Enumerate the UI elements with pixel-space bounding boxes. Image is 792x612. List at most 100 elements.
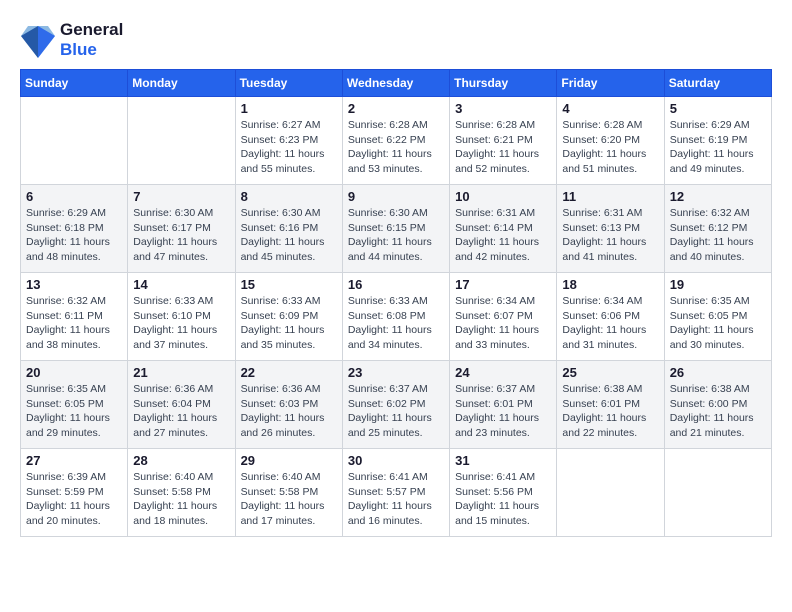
day-number: 23 — [348, 365, 444, 380]
calendar-cell: 21 Sunrise: 6:36 AM Sunset: 6:04 PM Dayli… — [128, 361, 235, 449]
day-info: Sunrise: 6:33 AM Sunset: 6:10 PM Dayligh… — [133, 294, 229, 353]
calendar-cell: 24 Sunrise: 6:37 AM Sunset: 6:01 PM Dayli… — [450, 361, 557, 449]
calendar-cell: 12 Sunrise: 6:32 AM Sunset: 6:12 PM Dayli… — [664, 185, 771, 273]
day-number: 30 — [348, 453, 444, 468]
calendar-cell: 16 Sunrise: 6:33 AM Sunset: 6:08 PM Dayli… — [342, 273, 449, 361]
calendar-cell: 14 Sunrise: 6:33 AM Sunset: 6:10 PM Dayli… — [128, 273, 235, 361]
calendar-table: SundayMondayTuesdayWednesdayThursdayFrid… — [20, 69, 772, 537]
calendar-cell: 5 Sunrise: 6:29 AM Sunset: 6:19 PM Daylig… — [664, 97, 771, 185]
day-info: Sunrise: 6:27 AM Sunset: 6:23 PM Dayligh… — [241, 118, 337, 177]
calendar-cell: 17 Sunrise: 6:34 AM Sunset: 6:07 PM Dayli… — [450, 273, 557, 361]
logo-svg — [20, 22, 56, 58]
day-info: Sunrise: 6:32 AM Sunset: 6:12 PM Dayligh… — [670, 206, 766, 265]
day-info: Sunrise: 6:34 AM Sunset: 6:07 PM Dayligh… — [455, 294, 551, 353]
day-info: Sunrise: 6:31 AM Sunset: 6:13 PM Dayligh… — [562, 206, 658, 265]
page-header: GeneralBlue — [20, 20, 772, 59]
weekday-header: Thursday — [450, 70, 557, 97]
day-number: 11 — [562, 189, 658, 204]
day-info: Sunrise: 6:28 AM Sunset: 6:20 PM Dayligh… — [562, 118, 658, 177]
weekday-header: Saturday — [664, 70, 771, 97]
day-number: 4 — [562, 101, 658, 116]
day-info: Sunrise: 6:33 AM Sunset: 6:09 PM Dayligh… — [241, 294, 337, 353]
calendar-cell — [21, 97, 128, 185]
day-number: 21 — [133, 365, 229, 380]
calendar-cell: 10 Sunrise: 6:31 AM Sunset: 6:14 PM Dayli… — [450, 185, 557, 273]
calendar-cell: 19 Sunrise: 6:35 AM Sunset: 6:05 PM Dayli… — [664, 273, 771, 361]
day-number: 24 — [455, 365, 551, 380]
calendar-week-row: 6Sunrise: 6:29 AM Sunset: 6:18 PM Daylig… — [21, 185, 772, 273]
day-info: Sunrise: 6:31 AM Sunset: 6:14 PM Dayligh… — [455, 206, 551, 265]
day-number: 10 — [455, 189, 551, 204]
day-info: Sunrise: 6:28 AM Sunset: 6:22 PM Dayligh… — [348, 118, 444, 177]
day-number: 7 — [133, 189, 229, 204]
day-number: 16 — [348, 277, 444, 292]
calendar-cell: 1 Sunrise: 6:27 AM Sunset: 6:23 PM Daylig… — [235, 97, 342, 185]
day-info: Sunrise: 6:40 AM Sunset: 5:58 PM Dayligh… — [133, 470, 229, 529]
calendar-cell: 4 Sunrise: 6:28 AM Sunset: 6:20 PM Daylig… — [557, 97, 664, 185]
calendar-cell: 20 Sunrise: 6:35 AM Sunset: 6:05 PM Dayli… — [21, 361, 128, 449]
logo: GeneralBlue — [20, 20, 123, 59]
calendar-cell — [664, 449, 771, 537]
calendar-week-row: 13 Sunrise: 6:32 AM Sunset: 6:11 PM Dayli… — [21, 273, 772, 361]
day-number: 20 — [26, 365, 122, 380]
calendar-cell: 18 Sunrise: 6:34 AM Sunset: 6:06 PM Dayli… — [557, 273, 664, 361]
calendar-cell: 26 Sunrise: 6:38 AM Sunset: 6:00 PM Dayli… — [664, 361, 771, 449]
day-number: 8 — [241, 189, 337, 204]
day-number: 26 — [670, 365, 766, 380]
day-info: Sunrise: 6:38 AM Sunset: 6:00 PM Dayligh… — [670, 382, 766, 441]
day-number: 31 — [455, 453, 551, 468]
calendar-cell: 31 Sunrise: 6:41 AM Sunset: 5:56 PM Dayli… — [450, 449, 557, 537]
day-info: Sunrise: 6:36 AM Sunset: 6:04 PM Dayligh… — [133, 382, 229, 441]
day-info: Sunrise: 6:30 AM Sunset: 6:15 PM Dayligh… — [348, 206, 444, 265]
calendar-cell: 23Sunrise: 6:37 AM Sunset: 6:02 PM Dayli… — [342, 361, 449, 449]
day-info: Sunrise: 6:37 AM Sunset: 6:01 PM Dayligh… — [455, 382, 551, 441]
day-info: Sunrise: 6:40 AM Sunset: 5:58 PM Dayligh… — [241, 470, 337, 529]
day-number: 19 — [670, 277, 766, 292]
calendar-cell — [128, 97, 235, 185]
weekday-header: Friday — [557, 70, 664, 97]
day-info: Sunrise: 6:33 AM Sunset: 6:08 PM Dayligh… — [348, 294, 444, 353]
day-number: 18 — [562, 277, 658, 292]
day-info: Sunrise: 6:41 AM Sunset: 5:57 PM Dayligh… — [348, 470, 444, 529]
calendar-cell: 29 Sunrise: 6:40 AM Sunset: 5:58 PM Dayli… — [235, 449, 342, 537]
calendar-cell: 25Sunrise: 6:38 AM Sunset: 6:01 PM Dayli… — [557, 361, 664, 449]
day-number: 2 — [348, 101, 444, 116]
calendar-week-row: 1 Sunrise: 6:27 AM Sunset: 6:23 PM Daylig… — [21, 97, 772, 185]
day-info: Sunrise: 6:35 AM Sunset: 6:05 PM Dayligh… — [670, 294, 766, 353]
calendar-week-row: 27 Sunrise: 6:39 AM Sunset: 5:59 PM Dayli… — [21, 449, 772, 537]
day-info: Sunrise: 6:41 AM Sunset: 5:56 PM Dayligh… — [455, 470, 551, 529]
weekday-header: Sunday — [21, 70, 128, 97]
calendar-cell: 30 Sunrise: 6:41 AM Sunset: 5:57 PM Dayli… — [342, 449, 449, 537]
day-number: 14 — [133, 277, 229, 292]
weekday-header: Wednesday — [342, 70, 449, 97]
day-number: 6 — [26, 189, 122, 204]
day-info: Sunrise: 6:35 AM Sunset: 6:05 PM Dayligh… — [26, 382, 122, 441]
day-number: 17 — [455, 277, 551, 292]
calendar-cell: 11 Sunrise: 6:31 AM Sunset: 6:13 PM Dayli… — [557, 185, 664, 273]
day-info: Sunrise: 6:34 AM Sunset: 6:06 PM Dayligh… — [562, 294, 658, 353]
weekday-header: Monday — [128, 70, 235, 97]
calendar-cell: 2 Sunrise: 6:28 AM Sunset: 6:22 PM Daylig… — [342, 97, 449, 185]
day-number: 13 — [26, 277, 122, 292]
day-info: Sunrise: 6:32 AM Sunset: 6:11 PM Dayligh… — [26, 294, 122, 353]
day-info: Sunrise: 6:30 AM Sunset: 6:16 PM Dayligh… — [241, 206, 337, 265]
day-number: 27 — [26, 453, 122, 468]
day-number: 1 — [241, 101, 337, 116]
day-info: Sunrise: 6:29 AM Sunset: 6:19 PM Dayligh… — [670, 118, 766, 177]
day-number: 15 — [241, 277, 337, 292]
day-number: 12 — [670, 189, 766, 204]
calendar-cell: 7 Sunrise: 6:30 AM Sunset: 6:17 PM Daylig… — [128, 185, 235, 273]
day-info: Sunrise: 6:30 AM Sunset: 6:17 PM Dayligh… — [133, 206, 229, 265]
calendar-cell: 6Sunrise: 6:29 AM Sunset: 6:18 PM Daylig… — [21, 185, 128, 273]
calendar-cell: 28 Sunrise: 6:40 AM Sunset: 5:58 PM Dayli… — [128, 449, 235, 537]
day-number: 28 — [133, 453, 229, 468]
day-number: 3 — [455, 101, 551, 116]
calendar-header-row: SundayMondayTuesdayWednesdayThursdayFrid… — [21, 70, 772, 97]
day-number: 5 — [670, 101, 766, 116]
calendar-cell: 22Sunrise: 6:36 AM Sunset: 6:03 PM Dayli… — [235, 361, 342, 449]
day-number: 9 — [348, 189, 444, 204]
calendar-cell — [557, 449, 664, 537]
day-number: 29 — [241, 453, 337, 468]
day-info: Sunrise: 6:39 AM Sunset: 5:59 PM Dayligh… — [26, 470, 122, 529]
day-info: Sunrise: 6:28 AM Sunset: 6:21 PM Dayligh… — [455, 118, 551, 177]
